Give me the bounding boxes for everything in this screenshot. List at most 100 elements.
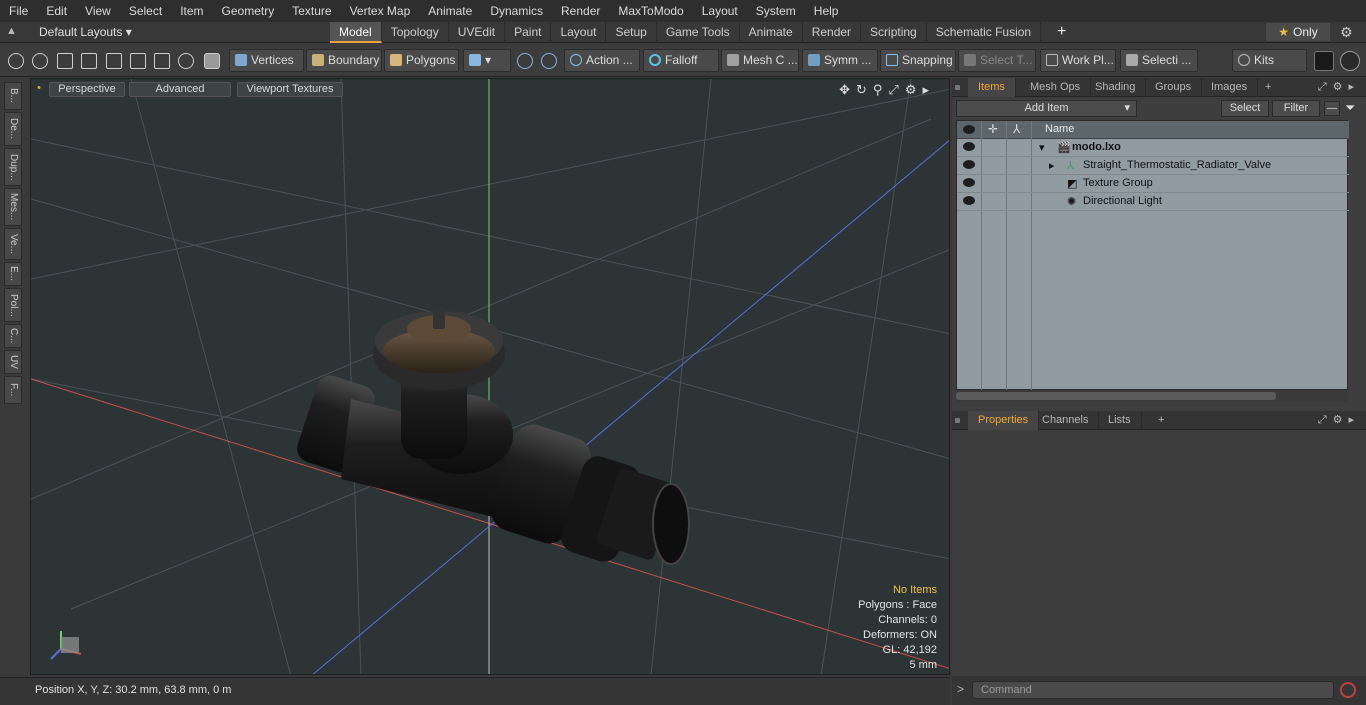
menu-layout[interactable]: Layout bbox=[693, 0, 747, 22]
left-tab-duplicate[interactable]: Dup... bbox=[4, 148, 22, 186]
menu-dynamics[interactable]: Dynamics bbox=[481, 0, 552, 22]
eye-icon[interactable] bbox=[963, 196, 975, 205]
left-tab-uv[interactable]: UV bbox=[4, 350, 22, 374]
panel-grip-icon[interactable] bbox=[955, 85, 960, 90]
left-tab-mesh-edit[interactable]: Mes... bbox=[4, 188, 22, 226]
select-button[interactable]: Select bbox=[1221, 100, 1269, 117]
globe-icon[interactable] bbox=[32, 53, 48, 69]
item-list[interactable]: ✛ ⅄ Name ▾ 🎬 modo.lxo ▸ ⅄ Straight_Therm… bbox=[956, 120, 1349, 391]
shield-icon[interactable] bbox=[204, 53, 220, 69]
menu-help[interactable]: Help bbox=[805, 0, 848, 22]
mesh-constraint-button[interactable]: Mesh C ... bbox=[721, 49, 799, 72]
tab-channels[interactable]: Channels bbox=[1032, 411, 1100, 430]
tab-model[interactable]: Model bbox=[330, 22, 382, 43]
only-toggle[interactable]: ★ Only bbox=[1266, 23, 1330, 41]
work-plane-button[interactable]: Work Pl... bbox=[1040, 49, 1116, 72]
viewport-textures-dropdown[interactable]: Viewport Textures bbox=[237, 82, 343, 97]
add-panel-tab-icon[interactable]: + bbox=[1255, 78, 1281, 97]
sphere-icon[interactable] bbox=[178, 53, 194, 69]
menu-texture[interactable]: Texture bbox=[283, 0, 340, 22]
visibility-header-icon[interactable] bbox=[963, 125, 975, 134]
symmetry-button[interactable]: Symm ... bbox=[802, 49, 878, 72]
box-icon[interactable] bbox=[154, 53, 170, 69]
filter-button[interactable]: Filter bbox=[1272, 100, 1320, 117]
menu-select[interactable]: Select bbox=[120, 0, 171, 22]
tab-setup[interactable]: Setup bbox=[606, 22, 657, 43]
symmetry-icon[interactable] bbox=[517, 53, 533, 69]
type-header-icon[interactable]: ⅄ bbox=[1013, 122, 1020, 136]
boundary-button[interactable]: Boundary bbox=[306, 49, 382, 72]
item-row-modo-lxo[interactable]: ▾ 🎬 modo.lxo bbox=[957, 139, 1349, 157]
snapping-button[interactable]: Snapping bbox=[880, 49, 956, 72]
menu-maxtomodo[interactable]: MaxToModo bbox=[609, 0, 692, 22]
add-panel-tab-icon[interactable]: + bbox=[1148, 411, 1174, 430]
falloff-button[interactable]: Falloff bbox=[643, 49, 719, 72]
select-through-button[interactable]: Select T... bbox=[958, 49, 1036, 72]
tab-animate[interactable]: Animate bbox=[740, 22, 803, 43]
eye-icon[interactable] bbox=[963, 142, 975, 151]
tab-groups[interactable]: Groups bbox=[1145, 78, 1203, 97]
vertices-button[interactable]: Vertices bbox=[229, 49, 304, 72]
pen-icon[interactable] bbox=[57, 53, 73, 69]
tab-game-tools[interactable]: Game Tools bbox=[657, 22, 740, 43]
tab-images[interactable]: Images bbox=[1201, 78, 1259, 97]
menu-render[interactable]: Render bbox=[552, 0, 609, 22]
item-row-texture-group[interactable]: ◩ Texture Group bbox=[957, 175, 1349, 193]
collapse-icon[interactable]: — bbox=[1324, 101, 1340, 116]
horizontal-scrollbar[interactable] bbox=[956, 390, 1348, 402]
selection-sets-button[interactable]: Selecti ... bbox=[1120, 49, 1198, 72]
menu-file[interactable]: File bbox=[0, 0, 37, 22]
menu-item[interactable]: Item bbox=[171, 0, 212, 22]
left-tab-deform[interactable]: De... bbox=[4, 112, 22, 146]
action-center-button[interactable]: Action ... bbox=[564, 49, 640, 72]
left-tab-vertex[interactable]: Ve... bbox=[4, 228, 22, 260]
scrollbar-thumb[interactable] bbox=[956, 392, 1276, 400]
panel-controls-icons[interactable]: ⤢⚙▸ bbox=[1318, 80, 1360, 94]
tab-shading[interactable]: Shading bbox=[1085, 78, 1147, 97]
circle-select-icon[interactable] bbox=[8, 53, 24, 69]
left-tab-curve[interactable]: C... bbox=[4, 324, 22, 348]
panel-controls-icons[interactable]: ⤢⚙▸ bbox=[1318, 413, 1360, 427]
tab-paint[interactable]: Paint bbox=[505, 22, 552, 43]
polygons-button[interactable]: Polygons bbox=[384, 49, 459, 72]
viewport-scene[interactable] bbox=[31, 79, 950, 675]
layouts-dropdown[interactable]: Default Layouts ▾ bbox=[39, 25, 132, 39]
item-row-valve-mesh[interactable]: ▸ ⅄ Straight_Thermostatic_Radiator_Valve bbox=[957, 157, 1349, 175]
advanced-dropdown[interactable]: Advanced bbox=[129, 82, 231, 97]
menu-edit[interactable]: Edit bbox=[37, 0, 76, 22]
left-tab-fusion[interactable]: F... bbox=[4, 376, 22, 404]
grid-icon[interactable] bbox=[130, 53, 146, 69]
tab-render[interactable]: Render bbox=[803, 22, 862, 43]
gear-icon[interactable]: ⚙ bbox=[1340, 24, 1353, 41]
collapse-arrow-icon[interactable]: ▲ bbox=[6, 25, 17, 37]
menu-animate[interactable]: Animate bbox=[419, 0, 481, 22]
add-item-dropdown[interactable]: Add Item ▾ bbox=[956, 100, 1137, 117]
tab-items[interactable]: Items bbox=[968, 78, 1016, 97]
kits-button[interactable]: Kits bbox=[1232, 49, 1307, 72]
add-tab-plus-icon[interactable]: + bbox=[1057, 23, 1066, 41]
menu-view[interactable]: View bbox=[76, 0, 120, 22]
unreal-icon[interactable] bbox=[1340, 51, 1360, 71]
menu-system[interactable]: System bbox=[747, 0, 805, 22]
tab-layout[interactable]: Layout bbox=[551, 22, 607, 43]
eye-icon[interactable] bbox=[963, 160, 975, 169]
tab-schematic-fusion[interactable]: Schematic Fusion bbox=[927, 22, 1042, 43]
eye-icon[interactable] bbox=[963, 178, 975, 187]
item-row-directional-light[interactable]: ✺ Directional Light bbox=[957, 193, 1349, 211]
expand-arrow-icon[interactable]: ▾ bbox=[1039, 141, 1045, 154]
brush-icon[interactable] bbox=[81, 53, 97, 69]
menu-vertex-map[interactable]: Vertex Map bbox=[341, 0, 420, 22]
3d-viewport[interactable]: • Perspective Advanced Viewport Textures… bbox=[30, 78, 950, 675]
snap-icon[interactable] bbox=[541, 53, 557, 69]
command-input[interactable]: Command bbox=[972, 681, 1334, 699]
left-tab-basic[interactable]: B... bbox=[4, 82, 22, 110]
tab-topology[interactable]: Topology bbox=[382, 22, 449, 43]
radiator-valve-model[interactable] bbox=[294, 309, 690, 566]
funnel-icon[interactable]: ⏷ bbox=[1345, 100, 1355, 116]
tab-mesh-ops[interactable]: Mesh Ops bbox=[1020, 78, 1092, 97]
tab-lists[interactable]: Lists bbox=[1098, 411, 1142, 430]
name-column-header[interactable]: Name bbox=[1045, 123, 1074, 135]
tab-scripting[interactable]: Scripting bbox=[861, 22, 927, 43]
left-tab-polygon[interactable]: Pol... bbox=[4, 288, 22, 322]
align-icon[interactable] bbox=[106, 53, 122, 69]
